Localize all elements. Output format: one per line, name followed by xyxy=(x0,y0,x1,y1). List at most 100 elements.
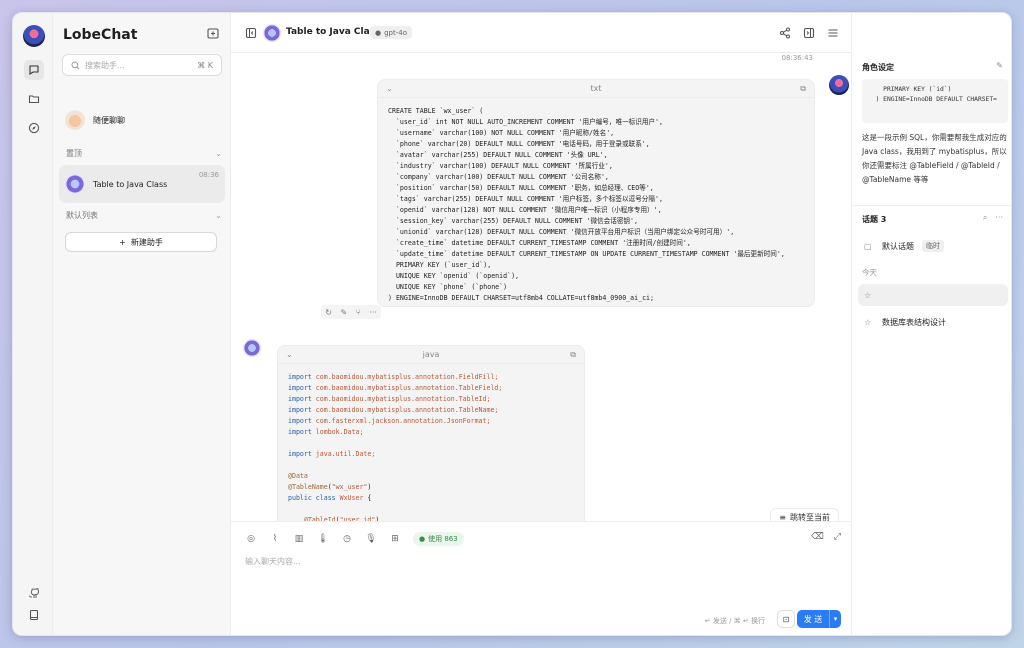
user-avatar[interactable] xyxy=(23,25,45,47)
divider xyxy=(852,205,1011,206)
session-item-table-to-java[interactable]: Table to Java Class 08:36 xyxy=(59,165,225,203)
token-usage-badge[interactable]: ● 使用 863 xyxy=(413,532,464,546)
book-icon[interactable] xyxy=(24,605,44,625)
code-line: `session_key` varchar(255) DEFAULT NULL … xyxy=(388,217,638,225)
list-icon: ≡ xyxy=(779,512,786,522)
knowledge-icon[interactable]: ▥ xyxy=(293,533,305,545)
group-default-label: 默认列表 xyxy=(66,211,98,220)
session-label: 随便聊聊 xyxy=(93,115,125,125)
branch-icon[interactable]: ⑂ xyxy=(356,308,361,317)
menu-icon[interactable] xyxy=(825,25,841,41)
share-icon[interactable] xyxy=(777,25,793,41)
compass-icon[interactable] xyxy=(24,118,44,138)
user-avatar xyxy=(829,75,849,95)
github-icon[interactable] xyxy=(24,583,44,603)
role-code: PRIMARY KEY (`id`) ) ENGINE=InnoDB DEFAU… xyxy=(862,79,1008,123)
code-line: `openid` varchar(128) NOT NULL COMMENT '… xyxy=(388,206,662,214)
role-description: 这是一段示例 SQL，你需要帮我生成对应的 Java class，我用到了 my… xyxy=(862,133,1007,184)
mic-icon[interactable]: 🎙 xyxy=(365,533,377,545)
chat-header: Table to Java Class ● gpt-4o xyxy=(231,13,851,53)
code-line: `user_id` int NOT NULL AUTO_INCREMENT CO… xyxy=(388,118,663,126)
model-label: gpt-4o xyxy=(384,28,408,37)
session-time: 08:36 xyxy=(198,171,219,179)
new-chat-icon[interactable] xyxy=(206,27,222,43)
group-pinned[interactable]: 置顶 ⌄ xyxy=(66,148,222,159)
attach-icon[interactable]: ⌇ xyxy=(269,533,281,545)
input-toolbar: ◎ ⌇ ▥ 🌡 ◷ 🎙 ⊞ ● 使用 863 xyxy=(245,532,464,546)
temperature-icon[interactable]: 🌡 xyxy=(317,533,329,545)
code-line: @Data xyxy=(288,472,308,480)
chat-main: Table to Java Class ● gpt-4o 08:36:43 ⌄ xyxy=(231,13,851,635)
search-shortcut: ⌘ K xyxy=(197,60,213,70)
code-lang: java xyxy=(422,350,440,359)
new-agent-button[interactable]: + 新建助手 xyxy=(65,232,217,252)
chat-icon[interactable] xyxy=(24,60,44,80)
code-line: import com.fasterxml.jackson.annotation.… xyxy=(288,417,491,425)
search-placeholder: 搜索助手... xyxy=(85,60,125,70)
search-input[interactable]: 搜索助手... ⌘ K xyxy=(62,54,222,76)
session-item-default[interactable]: 随便聊聊 xyxy=(59,101,225,139)
retry-icon[interactable]: ↻ xyxy=(325,308,332,317)
jump-label: 跳转至当前 xyxy=(790,512,830,522)
code-line: import com.baomidou.mybatisplus.annotati… xyxy=(288,406,499,414)
topic-item[interactable]: ☆ xyxy=(858,284,1008,306)
folder-icon[interactable] xyxy=(24,89,44,109)
model-switch-icon[interactable]: ◎ xyxy=(245,533,257,545)
copy-icon[interactable]: ⧉ xyxy=(800,84,806,94)
message-time: 08:36:43 xyxy=(781,54,813,62)
code-line: `industry` varchar(100) DEFAULT NULL COM… xyxy=(388,162,613,170)
topic-day-label: 今天 xyxy=(862,268,877,277)
group-default[interactable]: 默认列表 ⌄ xyxy=(66,210,222,221)
chevron-down-icon[interactable]: ▾ xyxy=(829,610,841,628)
chat-input[interactable]: 输入聊天内容... xyxy=(245,556,301,567)
star-icon[interactable]: ☆ xyxy=(864,291,874,300)
code-line: `create_time` datetime DEFAULT CURRENT_T… xyxy=(388,239,691,247)
edit-icon[interactable]: ✎ xyxy=(996,61,1003,70)
robot-avatar xyxy=(243,339,261,357)
plus-icon: + xyxy=(119,237,126,247)
message-list[interactable]: 08:36:43 ⌄ txt ⧉ CREATE TABLE `wx_user` … xyxy=(231,53,851,521)
chevron-down-icon[interactable]: ⌄ xyxy=(386,84,393,93)
tools-icon[interactable]: ⊞ xyxy=(389,533,401,545)
chat-input-area: ◎ ⌇ ▥ 🌡 ◷ 🎙 ⊞ ● 使用 863 ⌫ ⤢ 输入聊天内容... ↵ 发… xyxy=(231,521,851,635)
chevron-down-icon[interactable]: ⌄ xyxy=(286,350,293,359)
send-options-icon[interactable]: ⊡ xyxy=(777,610,795,628)
edit-icon[interactable]: ✎ xyxy=(341,308,348,317)
topic-item-db-design[interactable]: ☆ 数据库表结构设计 xyxy=(858,311,1008,333)
sidebar-toggle-icon[interactable] xyxy=(243,25,259,41)
message-actions: ↻ ✎ ⑂ ··· xyxy=(321,305,381,319)
send-button[interactable]: 发 送 ▾ xyxy=(797,610,841,628)
more-icon[interactable]: ··· xyxy=(369,308,377,317)
robot-avatar xyxy=(263,24,281,42)
expand-icon[interactable]: ⤢ xyxy=(834,532,841,542)
topic-item-default[interactable]: ▢ 默认话题 临时 xyxy=(858,235,1008,257)
right-panel: 角色设定 ✎ PRIMARY KEY (`id`) ) ENGINE=InnoD… xyxy=(851,13,1011,635)
more-icon[interactable]: ··· xyxy=(995,213,1003,223)
history-icon[interactable]: ◷ xyxy=(341,533,353,545)
code-line: `avatar` varchar(255) DEFAULT NULL COMME… xyxy=(388,151,608,159)
clear-icon[interactable]: ⌫ xyxy=(811,532,824,542)
send-hint: ↵ 发送 / ⌘ ↵ 换行 xyxy=(704,617,765,625)
topic-label: 默认话题 xyxy=(882,241,914,251)
star-icon[interactable]: ☆ xyxy=(864,318,874,327)
search-icon[interactable]: ⌕ xyxy=(983,213,987,223)
jump-to-current-button[interactable]: ≡ 跳转至当前 xyxy=(770,508,839,521)
copy-icon[interactable]: ⧉ xyxy=(570,350,576,360)
code-line: `company` varchar(100) DEFAULT NULL COMM… xyxy=(388,173,609,181)
code-line: PRIMARY KEY (`user_id`), xyxy=(388,261,492,269)
code-line: `tags` varchar(255) DEFAULT NULL COMMENT… xyxy=(388,195,663,203)
code-line: @TableName("wx_user") xyxy=(288,483,372,491)
code-line: CREATE TABLE `wx_user` ( xyxy=(388,107,484,115)
code-line: public class WxUser { xyxy=(288,494,372,502)
session-avatar xyxy=(65,110,85,130)
bot-code-block: ⌄ java ⧉ import com.baomidou.mybatisplus… xyxy=(277,345,585,521)
model-badge[interactable]: ● gpt-4o xyxy=(370,26,413,39)
panel-toggle-icon[interactable] xyxy=(801,25,817,41)
code-lang: txt xyxy=(590,84,602,93)
topic-title: 话题 3 xyxy=(862,215,887,224)
code-line: `unionid` varchar(128) DEFAULT NULL COMM… xyxy=(388,228,735,236)
code-line: `position` varchar(50) DEFAULT NULL COMM… xyxy=(388,184,654,192)
topic-label: 数据库表结构设计 xyxy=(882,317,946,327)
code-line: `update_time` datetime DEFAULT CURRENT_T… xyxy=(388,250,785,258)
